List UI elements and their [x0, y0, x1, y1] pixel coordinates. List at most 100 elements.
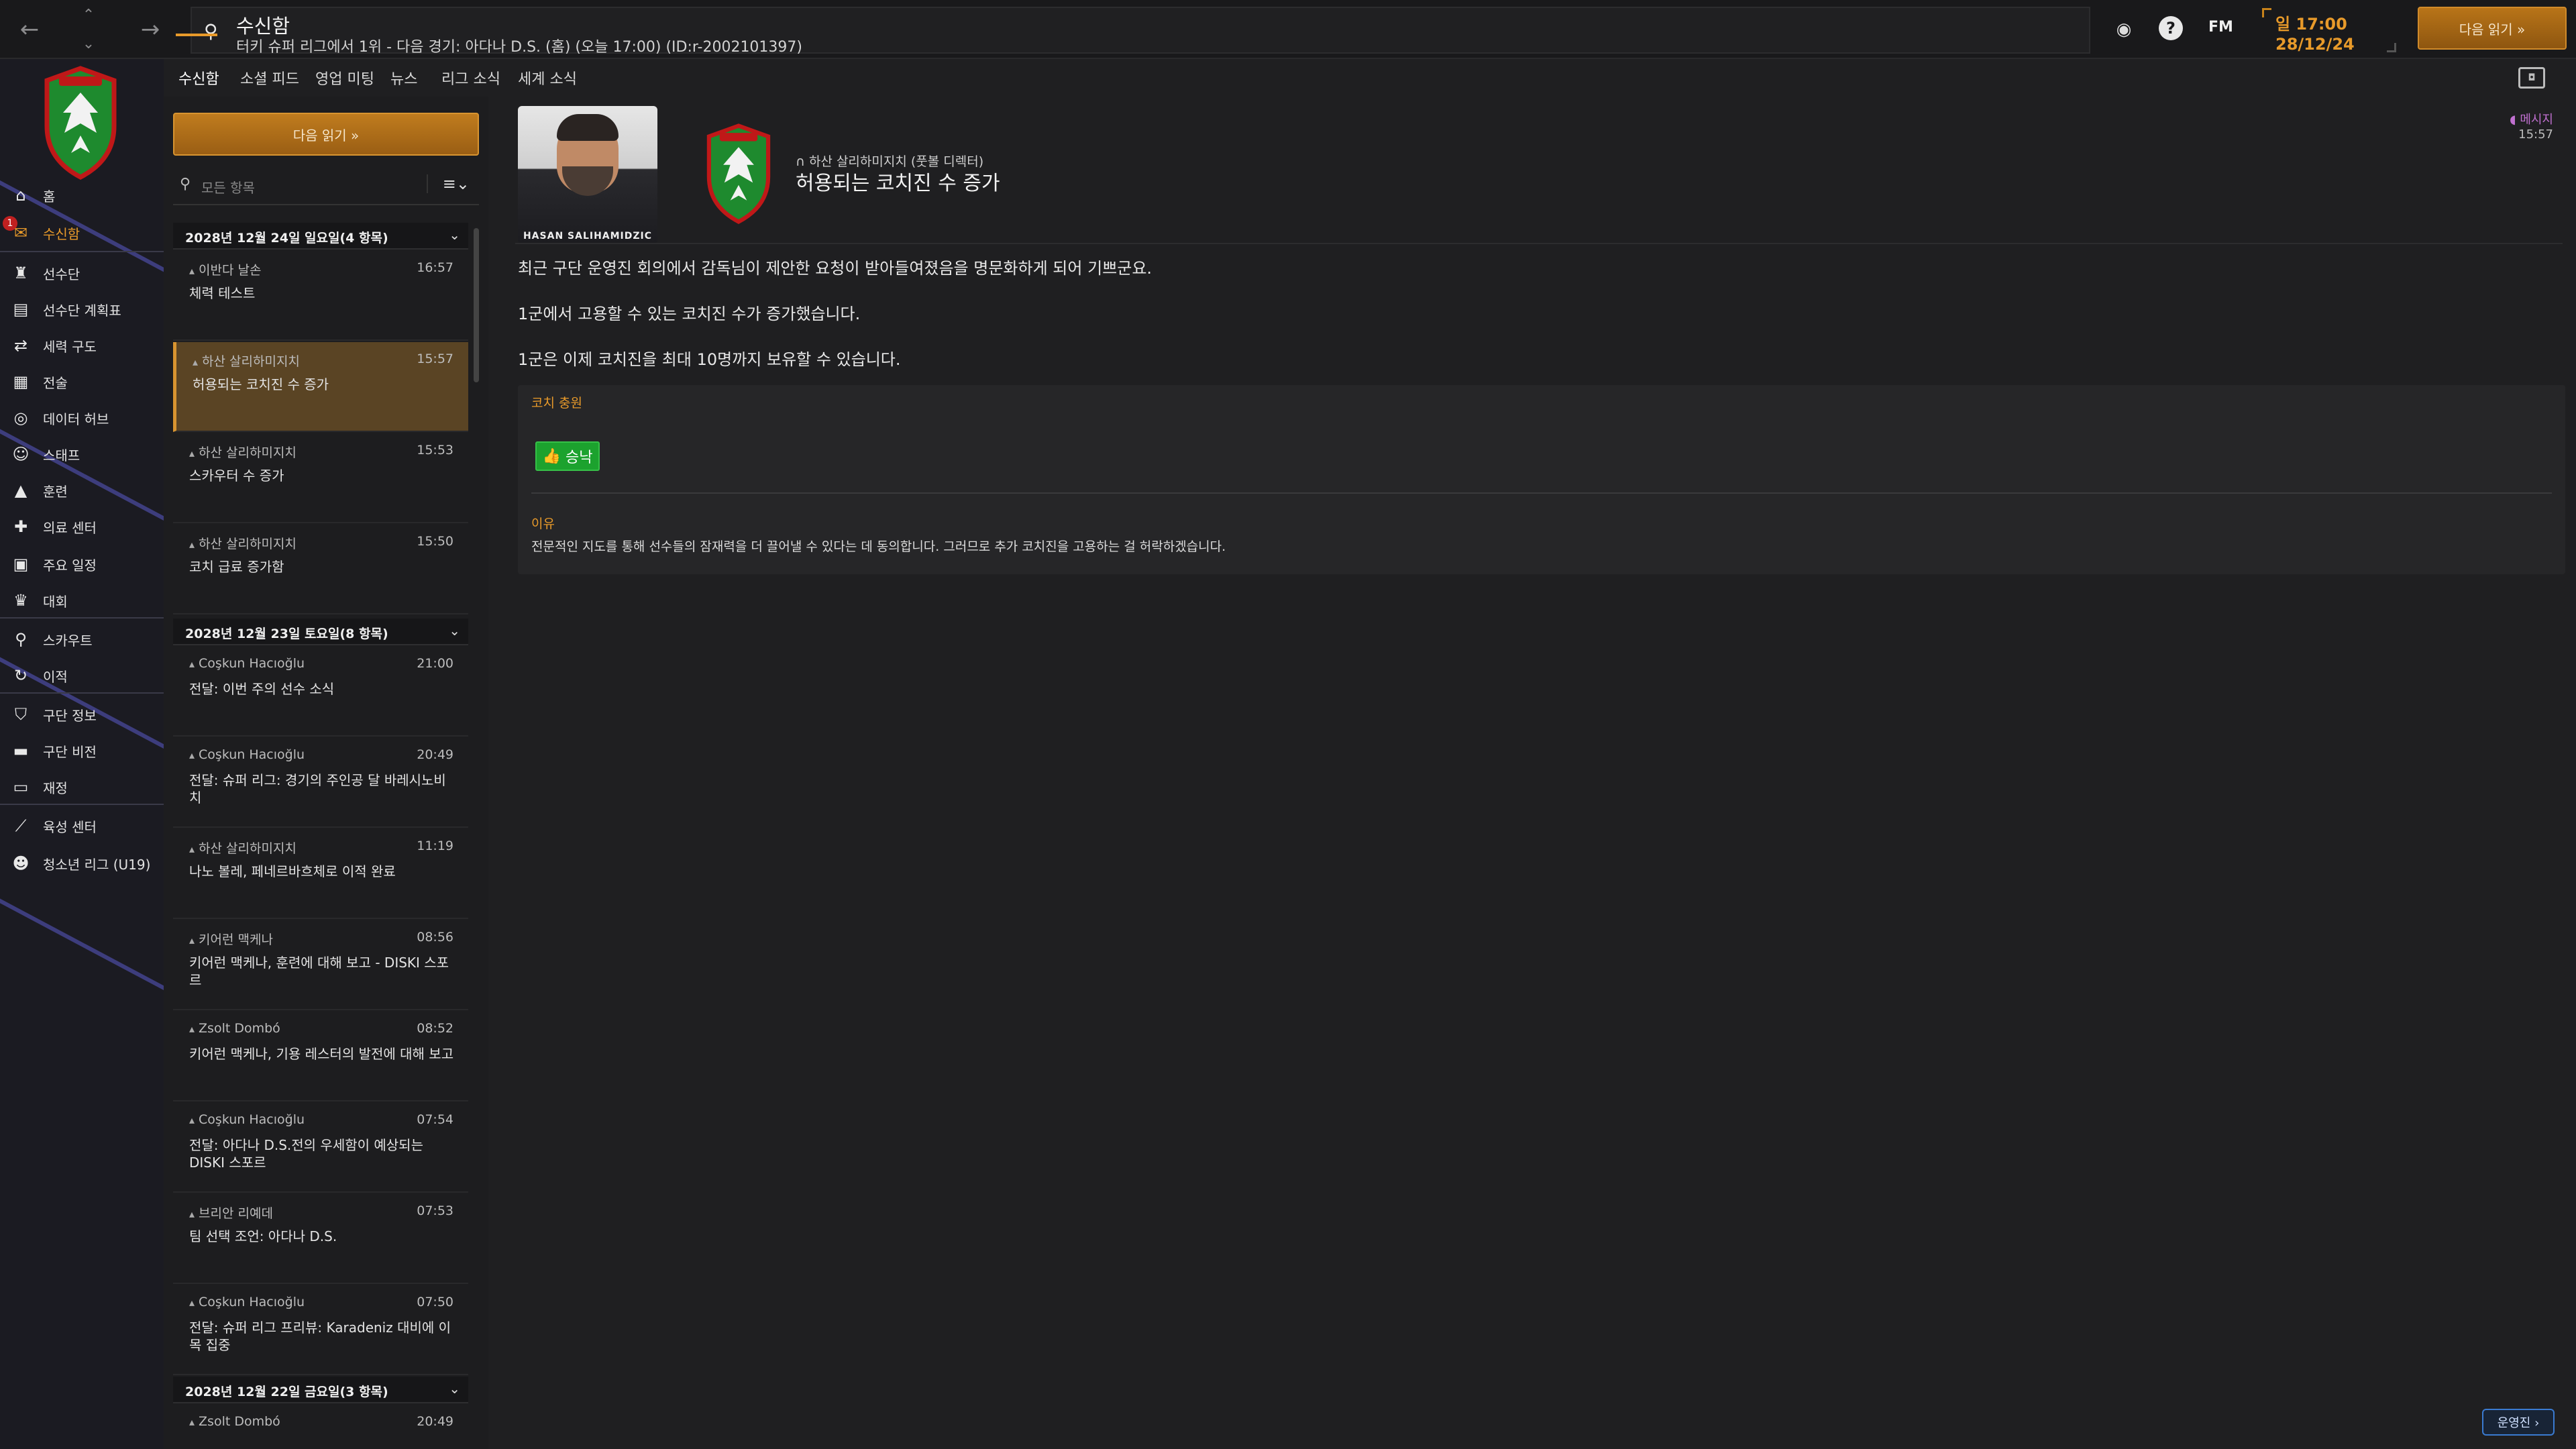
- world-icon[interactable]: ◉: [2110, 16, 2137, 43]
- sidebar-item-label: 의료 센터: [43, 519, 97, 536]
- list-item[interactable]: 키어런 맥케나 08:56 키어런 맥케나, 훈련에 대해 보고 - DISKI…: [173, 920, 468, 1010]
- tab-social-feed[interactable]: 소셜 피드: [240, 67, 299, 89]
- sidebar-item-dynamics[interactable]: ⇄ 세력 구도: [0, 330, 164, 361]
- list-item-selected[interactable]: 하산 살리하미지치 15:57 허용되는 코치진 수 증가: [173, 342, 468, 432]
- sidebar-item-youth-league[interactable]: ☻ 청소년 리그 (U19): [0, 848, 164, 879]
- sidebar-item-home[interactable]: ⌂ 홈: [0, 180, 164, 211]
- help-icon[interactable]: ?: [2159, 16, 2183, 40]
- forward-arrow-icon[interactable]: →: [134, 13, 166, 46]
- message-time: 15:57: [417, 352, 453, 366]
- chevron-down-icon[interactable]: ⌄: [449, 623, 460, 639]
- list-item[interactable]: 브리안 리예데 07:53 팀 선택 조언: 아다나 D.S.: [173, 1194, 468, 1284]
- back-arrow-icon[interactable]: ←: [13, 13, 46, 46]
- list-item[interactable]: 이반다 날손 16:57 체력 테스트: [173, 251, 468, 341]
- history-updown[interactable]: ⌃ ⌄: [75, 7, 102, 52]
- shirt-icon: ♜: [13, 264, 28, 282]
- scrollbar[interactable]: [474, 228, 479, 382]
- sidebar-item-squad-planner[interactable]: ▤ 선수단 계획표: [0, 294, 164, 325]
- sidebar-item-transfers[interactable]: ↻ 이적: [0, 660, 164, 691]
- current-time: 일 17:00: [2275, 15, 2347, 34]
- chevron-down-icon[interactable]: ⌄: [449, 1381, 460, 1397]
- day-group-header[interactable]: 2028년 12월 23일 토요일(8 항목) ⌄: [173, 619, 468, 645]
- tab-news[interactable]: 뉴스: [390, 67, 417, 89]
- message-subject: 키어런 맥케나, 훈련에 대해 보고 - DISKI 스포르: [189, 955, 449, 988]
- message-time: 07:53: [417, 1203, 453, 1218]
- approve-button[interactable]: 👍 승낙: [535, 441, 600, 471]
- inbox-filter[interactable]: ⚲ 모든 항목 ≡⌄: [173, 168, 479, 205]
- sidebar-item-data-hub[interactable]: ◎ 데이터 허브: [0, 402, 164, 433]
- sidebar-item-development[interactable]: ⟋ 육성 센터: [0, 810, 164, 841]
- sidebar-item-label: 재정: [43, 780, 68, 796]
- title-search-box[interactable]: ⚲ 수신함 터키 슈퍼 리그에서 1위 - 다음 경기: 아다나 D.S. (홈…: [191, 7, 2090, 56]
- data-hub-icon: ◎: [13, 409, 28, 427]
- list-item[interactable]: Coşkun Hacıoğlu 07:54 전달: 아다나 D.S.전의 우세함…: [173, 1103, 468, 1193]
- day-group-header[interactable]: 2028년 12월 24일 일요일(4 항목) ⌄: [173, 223, 468, 250]
- corner-decoration: [2262, 8, 2271, 17]
- screenshot-icon[interactable]: ◘: [2518, 67, 2545, 89]
- sidebar-item-schedule[interactable]: ▣ 주요 일정: [0, 549, 164, 580]
- tab-world-news[interactable]: 세계 소식: [518, 67, 577, 89]
- sidebar-item-inbox[interactable]: 1 ✉ 수신함: [0, 216, 164, 248]
- sidebar-item-medical[interactable]: ✚ 의료 센터: [0, 511, 164, 542]
- body-paragraph: 1군에서 고용할 수 있는 코치진 수가 증가했습니다.: [518, 305, 861, 323]
- sidebar-item-label: 이적: [43, 668, 68, 685]
- club-crest-icon[interactable]: [40, 66, 121, 180]
- list-item[interactable]: Zsolt Dombó 20:49: [173, 1405, 468, 1449]
- message-subject: 나노 볼레, 페네르바흐체로 이적 완료: [189, 863, 396, 879]
- chevron-up-icon[interactable]: ⌃: [83, 7, 95, 23]
- sidebar-item-club-vision[interactable]: ▬ 구단 비전: [0, 735, 164, 766]
- list-item[interactable]: Coşkun Hacıoğlu 21:00 전달: 이번 주의 선수 소식: [173, 647, 468, 737]
- message-time: 20:49: [417, 1414, 453, 1429]
- list-menu-icon[interactable]: ≡⌄: [426, 174, 470, 193]
- sidebar-item-staff[interactable]: ☺ 스태프: [0, 439, 164, 470]
- search-icon: ⚲: [180, 176, 191, 193]
- management-button[interactable]: 운영진 ›: [2482, 1409, 2555, 1436]
- message-time: 20:49: [417, 747, 453, 762]
- action-card: 코치 충원 👍 승낙 이유 전문적인 지도를 통해 선수들의 잠재력을 더 끌어…: [518, 385, 2565, 574]
- message-headline: 허용되는 코치진 수 증가: [796, 172, 1000, 195]
- date-time-display[interactable]: 일 17:00 28/12/24: [2262, 5, 2396, 54]
- filter-input[interactable]: 모든 항목: [201, 177, 255, 197]
- club-crest-icon[interactable]: [700, 123, 777, 224]
- sidebar-item-label: 선수단 계획표: [43, 302, 121, 319]
- active-tab-indicator: [176, 34, 217, 36]
- list-item[interactable]: Zsolt Dombó 08:52 키어런 맥케나, 기용 레스터의 발전에 대…: [173, 1012, 468, 1102]
- sidebar-item-competitions[interactable]: ♛ 대회: [0, 585, 164, 616]
- fm-menu-button[interactable]: FM: [2208, 19, 2233, 36]
- list-item[interactable]: Coşkun Hacıoğlu 20:49 전달: 슈퍼 리그: 경기의 주인공…: [173, 738, 468, 828]
- list-item[interactable]: 하산 살리하미지치 11:19 나노 볼레, 페네르바흐체로 이적 완료: [173, 829, 468, 919]
- clipboard-icon: ▤: [13, 300, 29, 319]
- day-group-header[interactable]: 2028년 12월 22일 금요일(3 항목) ⌄: [173, 1377, 468, 1403]
- beard-shape: [562, 166, 613, 196]
- sidebar-item-club-info[interactable]: ⛉ 구단 정보: [0, 699, 164, 730]
- tab-inbox[interactable]: 수신함: [178, 67, 219, 89]
- list-item[interactable]: 하산 살리하미지치 15:50 코치 급료 증가함: [173, 525, 468, 614]
- continue-button[interactable]: 다음 읽기 »: [173, 113, 479, 156]
- list-item[interactable]: Coşkun Hacıoğlu 07:50 전달: 슈퍼 리그 프리뷰: Kar…: [173, 1285, 468, 1375]
- message-detail: HASAN SALIHAMIDZIC ∩ 하산 살리하미지치 (풋볼 디렉터) …: [499, 97, 2576, 1449]
- sender-photo[interactable]: HASAN SALIHAMIDZIC: [518, 106, 657, 244]
- sidebar-item-tactics[interactable]: ▦ 전술: [0, 366, 164, 397]
- sidebar-item-squad[interactable]: ♜ 선수단: [0, 258, 164, 288]
- message-subject: 키어런 맥케나, 기용 레스터의 발전에 대해 보고: [189, 1046, 454, 1062]
- sidebar-item-training[interactable]: ▲ 훈련: [0, 475, 164, 506]
- tab-sales-meetings[interactable]: 영업 미팅: [315, 67, 374, 89]
- sidebar-item-finances[interactable]: ▭ 재정: [0, 771, 164, 802]
- message-subject: 전달: 아다나 D.S.전의 우세함이 예상되는 DISKI 스포르: [189, 1137, 423, 1171]
- message-time: 15:50: [417, 534, 453, 549]
- message-subject: 체력 테스트: [189, 285, 256, 301]
- sidebar-item-scouting[interactable]: ⚲ 스카우트: [0, 624, 164, 655]
- transfer-icon: ↻: [13, 666, 28, 685]
- message-sender: Coşkun Hacıoğlu: [189, 1295, 305, 1309]
- calendar-icon: ▣: [13, 555, 29, 574]
- message-time: 11:19: [417, 839, 453, 853]
- continue-button[interactable]: 다음 읽기 »: [2418, 7, 2567, 50]
- scout-icon: ⚲: [15, 630, 27, 649]
- sidebar-item-label: 홈: [43, 188, 56, 205]
- message-sender: 키어런 맥케나: [189, 930, 273, 948]
- list-item[interactable]: 하산 살리하미지치 15:53 스카우터 수 증가: [173, 433, 468, 523]
- chevron-down-icon[interactable]: ⌄: [83, 36, 95, 52]
- tab-league-news[interactable]: 리그 소식: [441, 67, 500, 89]
- search-icon[interactable]: ⚲: [204, 20, 224, 42]
- chevron-down-icon[interactable]: ⌄: [449, 227, 460, 243]
